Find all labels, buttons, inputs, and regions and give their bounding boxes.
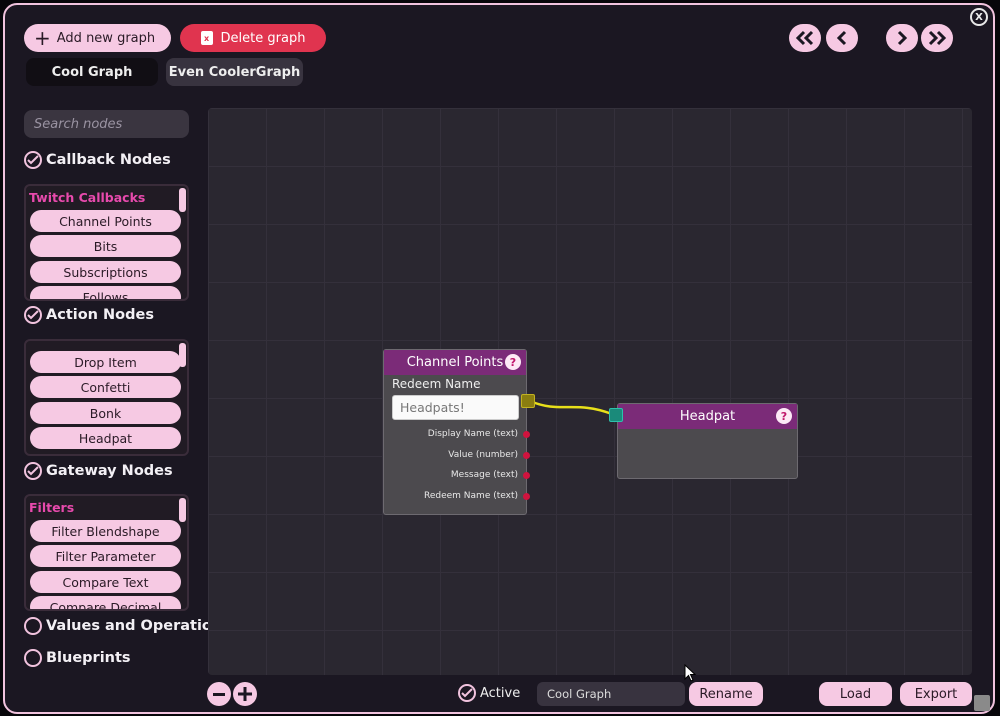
headpat-node[interactable]: Headpat ? [617,403,798,479]
category-label: Filters [29,500,75,515]
export-button[interactable]: Export [900,682,972,706]
list-item[interactable]: Headpat [30,427,181,449]
first-graph-button[interactable] [789,24,821,52]
mouse-cursor-icon [684,664,696,682]
list-item[interactable]: Compare Text [30,571,181,593]
minus-icon [213,692,225,696]
help-icon[interactable]: ? [505,354,521,370]
output-port-label: Message (text) [450,470,518,480]
list-item[interactable]: Confetti [30,376,181,398]
list-item[interactable]: Follows [30,286,181,299]
chevron-right-icon [897,30,908,46]
flow-input-port[interactable] [609,408,623,422]
flow-output-port[interactable] [521,394,535,408]
output-port-label: Redeem Name (text) [424,491,518,501]
checkmark-icon [458,684,476,702]
list-item[interactable]: Filter Parameter [30,545,181,567]
trash-icon: x [200,31,213,45]
search-nodes-input[interactable] [24,110,189,138]
zoom-in-button[interactable] [233,682,257,706]
checkbox-icon [24,617,42,635]
callback-nodes-list[interactable]: Twitch Callbacks Channel Points Bits Sub… [24,184,189,301]
zoom-out-button[interactable] [207,682,231,706]
last-graph-button[interactable] [921,24,953,52]
action-nodes-toggle[interactable]: Action Nodes [24,306,154,324]
scrollbar[interactable] [179,188,186,212]
list-item[interactable]: Compare Decimal [30,596,181,609]
output-port[interactable] [523,431,530,438]
callback-nodes-toggle[interactable]: Callback Nodes [24,151,171,169]
output-port[interactable] [523,472,530,479]
delete-graph-label: Delete graph [220,30,306,46]
list-item[interactable]: Bonk [30,402,181,424]
channel-points-node[interactable]: Channel Points ? Redeem Name Headpats! D… [383,349,530,515]
next-graph-button[interactable] [886,24,918,52]
close-icon: X [975,11,983,23]
node-header[interactable]: Channel Points ? [384,350,526,375]
delete-graph-button[interactable]: x Delete graph [180,24,326,52]
gateway-nodes-toggle[interactable]: Gateway Nodes [24,462,173,480]
previous-graph-button[interactable] [826,24,858,52]
output-port[interactable] [523,452,530,459]
rename-button[interactable]: Rename [689,682,763,706]
list-item[interactable]: Filter Blendshape [30,520,181,542]
load-button[interactable]: Load [819,682,892,706]
category-label: Twitch Callbacks [29,190,146,205]
add-graph-label: Add new graph [56,30,156,46]
tab-even-cooler-graph[interactable]: Even CoolerGraph [166,58,303,86]
values-and-operations-toggle[interactable]: Values and Operations [24,617,231,635]
checkmark-icon [24,462,42,480]
help-icon[interactable]: ? [776,408,792,424]
redeem-name-input[interactable]: Headpats! [392,395,519,420]
checkbox-icon [24,649,42,667]
resize-handle[interactable] [974,695,990,711]
chevron-left-icon [836,30,847,46]
list-item[interactable]: Drop Item [30,351,181,373]
action-nodes-list[interactable]: Drop Item Confetti Bonk Headpat [24,339,189,456]
checkmark-icon [24,306,42,324]
checkmark-icon [24,151,42,169]
double-chevron-left-icon [795,30,814,46]
plus-icon: + [34,26,51,50]
field-label: Redeem Name [392,377,481,391]
list-item[interactable]: Subscriptions [30,261,181,283]
output-port[interactable] [523,493,530,500]
tab-cool-graph[interactable]: Cool Graph [26,58,158,86]
output-port-label: Value (number) [448,450,518,460]
list-item[interactable]: Channel Points [30,210,181,232]
list-item[interactable]: Bits [30,235,181,257]
output-port-label: Display Name (text) [427,429,518,439]
active-toggle[interactable]: Active [458,684,520,702]
blueprints-toggle[interactable]: Blueprints [24,649,131,667]
double-chevron-right-icon [928,30,947,46]
node-header[interactable]: Headpat ? [618,404,797,429]
add-graph-button[interactable]: + Add new graph [24,24,171,52]
gateway-nodes-list[interactable]: Filters Filter Blendshape Filter Paramet… [24,494,189,611]
plus-icon [238,687,252,701]
graph-name-input[interactable]: Cool Graph [537,682,685,706]
close-button[interactable]: X [970,8,988,26]
scrollbar[interactable] [179,498,186,522]
